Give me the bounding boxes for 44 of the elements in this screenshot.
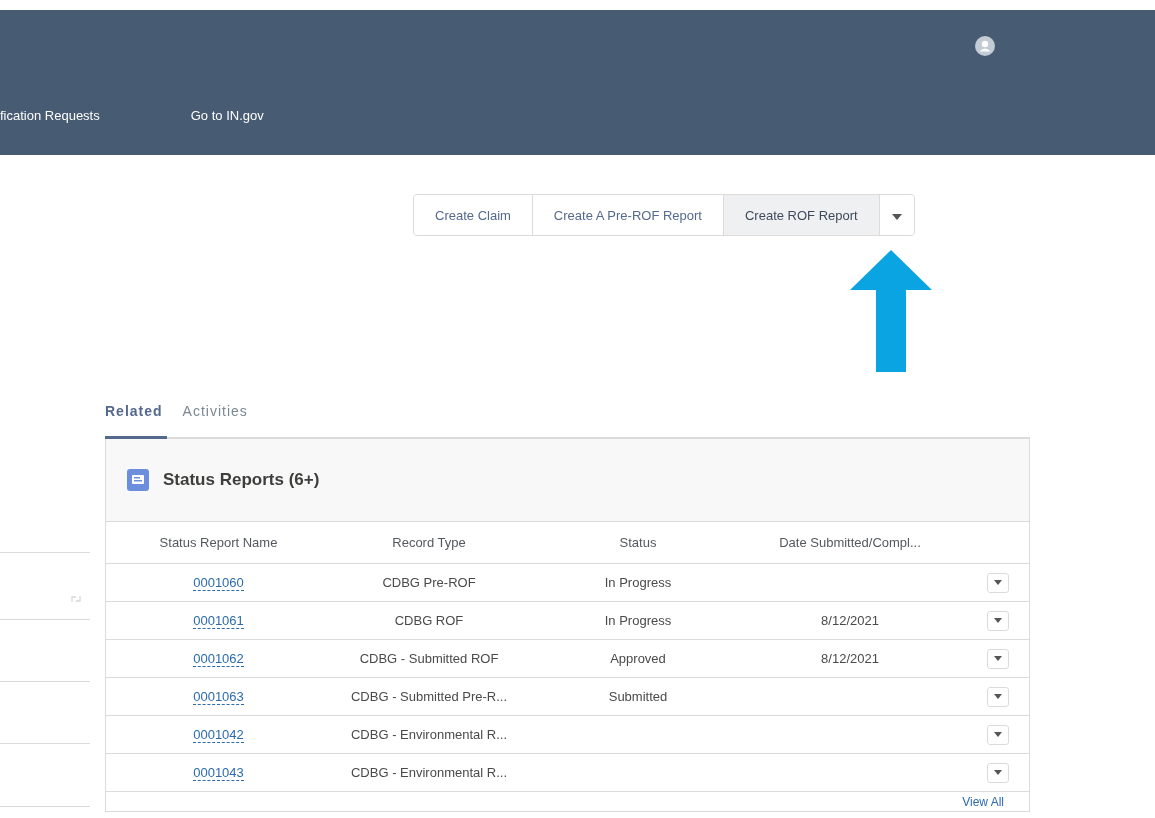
- caret-down-icon: [994, 656, 1002, 661]
- action-button[interactable]: Create ROF Report: [724, 195, 880, 235]
- column-header: Date Submitted/Compl...: [778, 535, 922, 550]
- table-cell-text: Approved: [609, 651, 667, 666]
- report-icon: [127, 469, 149, 491]
- caret-down-icon: [994, 770, 1002, 775]
- action-button[interactable]: Create Claim: [414, 195, 533, 235]
- table-cell-text: CDBG - Submitted Pre-R...: [349, 689, 508, 704]
- column-header: Status Report Name: [158, 535, 279, 550]
- table-cell-text: CDBG - Environmental R...: [349, 765, 508, 780]
- row-menu-button[interactable]: [987, 762, 1009, 783]
- view-all-link[interactable]: View All: [962, 794, 1004, 809]
- nav-link[interactable]: fication Requests: [0, 108, 100, 123]
- record-link[interactable]: 0001042: [193, 727, 244, 743]
- caret-down-icon: [994, 580, 1002, 585]
- table-cell-text: 8/12/2021: [820, 613, 880, 628]
- column-header: Record Type: [391, 535, 467, 550]
- caret-down-icon: [994, 732, 1002, 737]
- column-header: Status: [618, 535, 658, 550]
- user-avatar-icon[interactable]: [975, 36, 995, 56]
- card-title: Status Reports (6+): [163, 470, 320, 490]
- table-cell-text: 8/12/2021: [820, 651, 880, 666]
- row-menu-button[interactable]: [987, 724, 1009, 745]
- table-cell-text: CDBG - Environmental R...: [349, 727, 508, 742]
- table-cell-text: Submitted: [607, 689, 669, 704]
- record-link[interactable]: 0001061: [193, 613, 244, 629]
- caret-down-icon: [891, 213, 902, 220]
- row-menu-button[interactable]: [987, 686, 1009, 707]
- table-cell-text: In Progress: [603, 575, 673, 590]
- nav-link[interactable]: Go to IN.gov: [190, 108, 264, 123]
- caret-down-icon: [994, 618, 1002, 623]
- table-cell-text: CDBG Pre-ROF: [381, 575, 477, 590]
- row-menu-button[interactable]: [987, 648, 1009, 669]
- record-link[interactable]: 0001043: [193, 765, 244, 781]
- table-cell-text: CDBG - Submitted ROF: [358, 651, 500, 666]
- record-link[interactable]: 0001060: [193, 575, 244, 591]
- row-menu-button[interactable]: [987, 572, 1009, 593]
- caret-down-icon: [994, 694, 1002, 699]
- tab[interactable]: Activities: [182, 397, 264, 437]
- record-link[interactable]: 0001063: [193, 689, 244, 705]
- table-cell-text: In Progress: [603, 613, 673, 628]
- table-cell-text: CDBG ROF: [393, 613, 465, 628]
- record-link[interactable]: 0001062: [193, 651, 244, 667]
- row-menu-button[interactable]: [987, 610, 1009, 631]
